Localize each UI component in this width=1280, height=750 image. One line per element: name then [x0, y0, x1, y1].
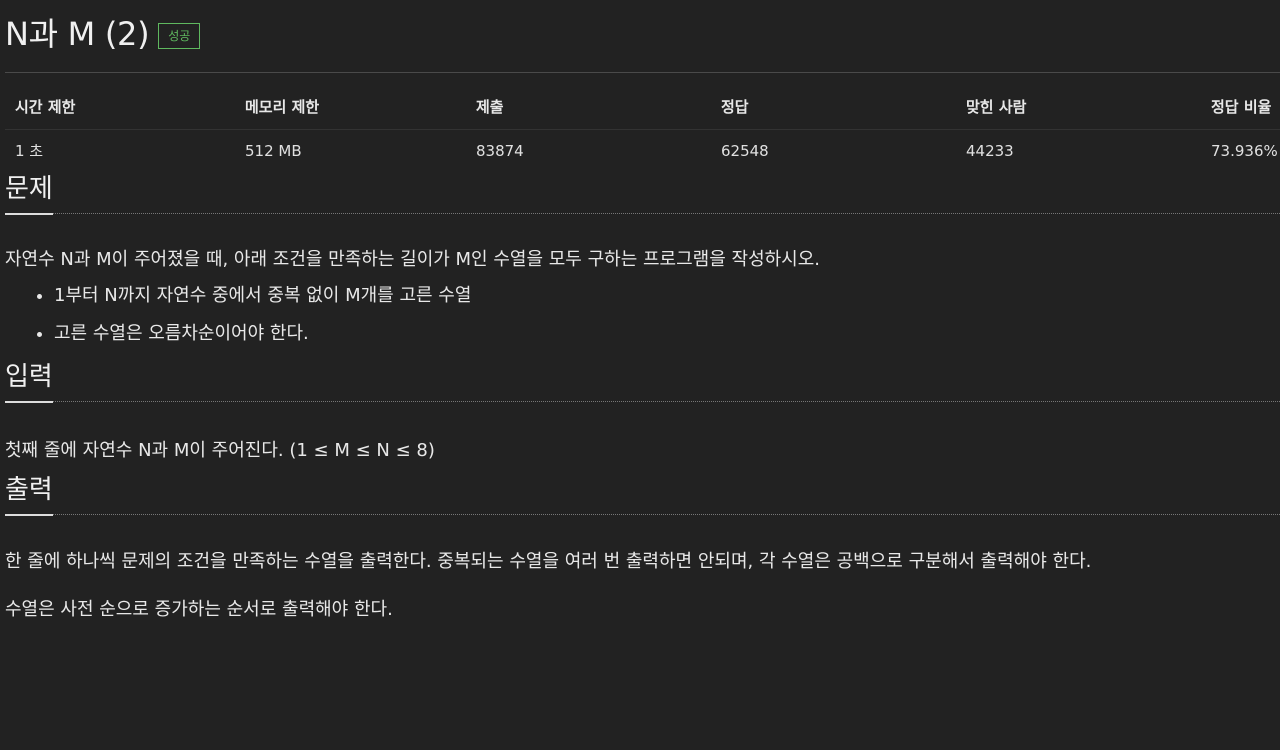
- heading-underline: [5, 401, 53, 403]
- cell-time-limit: 1 초: [15, 142, 44, 160]
- section-description-header: 문제: [5, 171, 1280, 215]
- condition-list: 1부터 N까지 자연수 중에서 중복 없이 M개를 고른 수열 고른 수열은 오…: [5, 283, 1280, 347]
- section-description-heading: 문제: [5, 174, 53, 204]
- section-description: 문제 자연수 N과 M이 주어졌을 때, 아래 조건을 만족하는 길이가 M인 …: [5, 171, 1280, 347]
- problem-page: N과 M (2) 성공 시간 제한 메모리 제한 제출 정답 맞힌 사람 정답 …: [0, 0, 1280, 750]
- title-divider: [5, 72, 1280, 73]
- title-row: N과 M (2) 성공: [5, 2, 1280, 62]
- header-accepted: 정답: [711, 96, 956, 130]
- table-row: 1 초 512 MB 83874 62548 44233 73.936%: [5, 130, 1280, 162]
- cell-accepted: 62548: [721, 141, 769, 160]
- table-header-row: 시간 제한 메모리 제한 제출 정답 맞힌 사람 정답 비율: [5, 96, 1280, 130]
- heading-underline: [5, 514, 53, 516]
- header-memory-limit: 메모리 제한: [235, 96, 466, 130]
- input-text: 첫째 줄에 자연수 N과 M이 주어진다. (1 ≤ M ≤ N ≤ 8): [5, 440, 435, 461]
- section-output-header: 출력: [5, 472, 1280, 516]
- section-input-header: 입력: [5, 359, 1280, 403]
- section-input-heading: 입력: [5, 362, 53, 392]
- header-submissions: 제출: [466, 96, 711, 130]
- cell-solved-users: 44233: [966, 141, 1014, 160]
- header-time-limit: 시간 제한: [5, 96, 235, 130]
- section-output-heading: 출력: [5, 475, 53, 505]
- cell-accept-ratio: 73.936%: [1211, 141, 1278, 160]
- list-item: 고른 수열은 오름차순이어야 한다.: [54, 321, 1280, 347]
- output-text-2: 수열은 사전 순으로 증가하는 순서로 출력해야 한다.: [5, 599, 393, 620]
- section-input: 입력 첫째 줄에 자연수 N과 M이 주어진다. (1 ≤ M ≤ N ≤ 8): [5, 359, 1280, 464]
- cell-memory-limit: 512 MB: [245, 141, 302, 160]
- problem-title: N과 M (2): [5, 15, 150, 53]
- cell-submissions: 83874: [476, 141, 524, 160]
- output-text-1: 한 줄에 하나씩 문제의 조건을 만족하는 수열을 출력한다. 중복되는 수열을…: [5, 551, 1092, 572]
- heading-underline: [5, 213, 53, 215]
- header-solved-users: 맞힌 사람: [956, 96, 1201, 130]
- description-text: 자연수 N과 M이 주어졌을 때, 아래 조건을 만족하는 길이가 M인 수열을…: [5, 249, 821, 270]
- header-accept-ratio: 정답 비율: [1201, 96, 1280, 130]
- section-output: 출력 한 줄에 하나씩 문제의 조건을 만족하는 수열을 출력한다. 중복되는 …: [5, 472, 1280, 623]
- status-badge: 성공: [158, 23, 201, 49]
- list-item: 1부터 N까지 자연수 중에서 중복 없이 M개를 고른 수열: [54, 283, 1280, 309]
- problem-info-table: 시간 제한 메모리 제한 제출 정답 맞힌 사람 정답 비율 1 초 512 M…: [5, 96, 1280, 161]
